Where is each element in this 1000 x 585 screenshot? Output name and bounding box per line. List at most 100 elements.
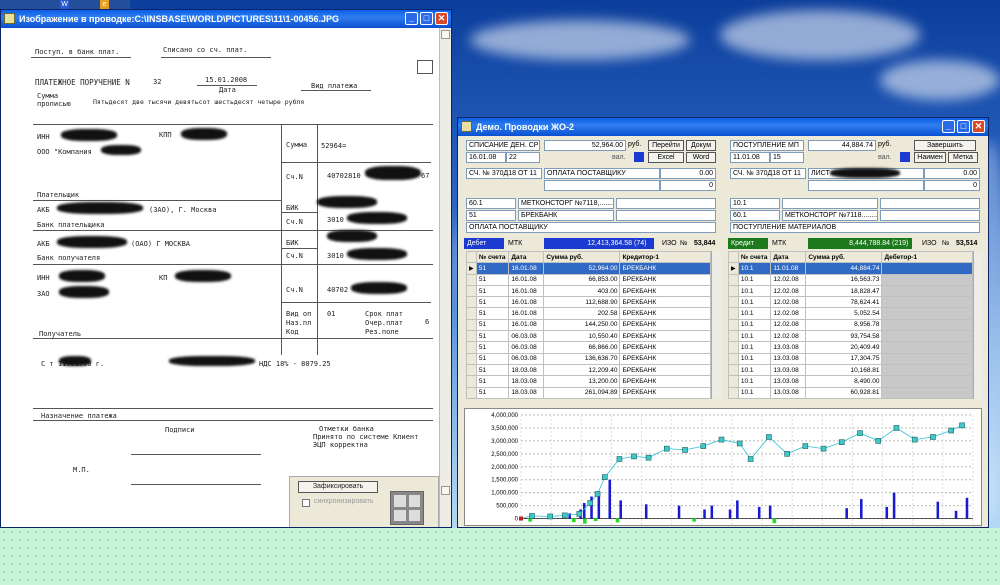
- scroll-up-button[interactable]: [441, 30, 450, 39]
- right-acc1[interactable]: 10.1: [730, 198, 780, 209]
- table-row[interactable]: 51 16.01.08 202.58 БРЕКБАНК: [466, 307, 711, 320]
- table-row[interactable]: 10.1 12.02.08 8,956.78: [728, 318, 973, 332]
- table-row[interactable]: 10.1 12.02.08 18,828.47: [728, 284, 973, 298]
- table-row[interactable]: 10.1 13.03.08 10,168.81: [728, 363, 973, 377]
- left-description[interactable]: ОПЛАТА ПОСТАВЩИКУ: [544, 168, 660, 179]
- redaction: [181, 128, 227, 140]
- image-window-titlebar[interactable]: Изображение в проводке:C:\INSBASE\WORLD\…: [1, 10, 451, 28]
- document-button[interactable]: Докум: [686, 140, 716, 151]
- right-org1-extra[interactable]: [880, 198, 980, 209]
- table-row[interactable]: 10.1 13.03.08 8,490.00: [728, 375, 973, 388]
- redaction: [59, 286, 109, 298]
- credit-table-scrollbar[interactable]: [973, 251, 983, 399]
- table-row[interactable]: 51 16.01.08 403.00 БРЕКБАНК: [466, 284, 711, 298]
- word-icon[interactable]: W: [60, 0, 69, 9]
- maximize-button[interactable]: □: [957, 120, 970, 133]
- bank1-prefix: АКБ: [37, 206, 50, 214]
- column-header[interactable]: Дебетор-1: [881, 250, 973, 264]
- table-row[interactable]: 10.1 13.03.08 20,409.49: [728, 341, 973, 354]
- left-org1[interactable]: МЕТКОНСТОРГ №7118,........: [518, 198, 614, 209]
- right-date[interactable]: 11.01.08: [730, 152, 770, 163]
- table-row[interactable]: 51 16.01.08 112,688.90 БРЕКБАНК: [466, 296, 711, 309]
- table-row[interactable]: 51 16.01.08 144,250.00 БРЕКБАНК: [466, 318, 711, 332]
- right-org2-extra[interactable]: [880, 210, 980, 221]
- line-marker: [718, 436, 725, 443]
- column-header[interactable]: Дата: [508, 250, 545, 264]
- left-z2[interactable]: 0: [660, 180, 716, 191]
- goto-button[interactable]: Перейти: [648, 140, 684, 151]
- right-org1[interactable]: [782, 198, 878, 209]
- right-doc-type[interactable]: ПОСТУПЛЕНИЕ МП: [730, 140, 804, 151]
- excel-button[interactable]: Excel: [648, 152, 684, 163]
- mark-button[interactable]: Метка: [948, 152, 978, 163]
- column-header[interactable]: Сумма руб.: [543, 250, 621, 264]
- close-button[interactable]: ✕: [435, 12, 448, 25]
- sync-checkbox[interactable]: [302, 499, 310, 507]
- table-cell: 51: [475, 363, 510, 377]
- line-marker: [857, 430, 863, 436]
- debit-table-scrollbar[interactable]: [711, 251, 721, 399]
- kpp-label: КПП: [159, 131, 172, 139]
- right-z2[interactable]: 0: [924, 180, 980, 191]
- fix-button[interactable]: Зафиксировать: [298, 481, 378, 493]
- left-acc2[interactable]: 51: [466, 210, 516, 221]
- left-amount[interactable]: 52,964.00: [544, 140, 626, 151]
- signatures-label: Подписи: [165, 426, 195, 434]
- right-reference[interactable]: СЧ. № 370Д18 ОТ 11: [730, 168, 806, 179]
- table-row[interactable]: ▶ 51 16.01.08 52,964.00 БРЕКБАНК: [466, 262, 711, 275]
- table-row[interactable]: 10.1 12.02.08 93,754.58: [728, 330, 973, 343]
- image-window-scrollbar[interactable]: [439, 28, 451, 527]
- table-row[interactable]: 10.1 12.02.08 5,052.54: [728, 307, 973, 320]
- table-row[interactable]: 51 18.03.08 13,200.00 БРЕКБАНК: [466, 375, 711, 388]
- left-date[interactable]: 16.01.08: [466, 152, 506, 163]
- table-row[interactable]: 51 06.03.08 10,550.40 БРЕКБАНК: [466, 330, 711, 343]
- column-header[interactable]: Кредитор-1: [619, 250, 711, 264]
- right-z1[interactable]: 0.00: [924, 168, 980, 179]
- left-acc1[interactable]: 60.1: [466, 198, 516, 209]
- minimize-button[interactable]: _: [942, 120, 955, 133]
- right-org2[interactable]: МЕТКОНСТОРГ №7118........: [782, 210, 878, 221]
- left-number[interactable]: 22: [506, 152, 540, 163]
- column-header[interactable]: № счета: [475, 250, 510, 264]
- close-button[interactable]: ✕: [972, 120, 985, 133]
- table-row[interactable]: 51 18.03.08 12,209.40 БРЕКБАНК: [466, 363, 711, 377]
- left-org2[interactable]: БРЕКБАНК: [518, 210, 614, 221]
- table-row[interactable]: 51 06.03.08 66,866.00 БРЕКБАНК: [466, 341, 711, 354]
- table-row[interactable]: 51 16.01.08 66,853.00 БРЕКБАНК: [466, 273, 711, 286]
- table-row[interactable]: 51 06.03.08 136,636.70 БРЕКБАНК: [466, 352, 711, 365]
- left-reference[interactable]: СЧ. № 370Д18 ОТ 11: [466, 168, 542, 179]
- right-number[interactable]: 15: [770, 152, 804, 163]
- minimize-button[interactable]: _: [405, 12, 418, 25]
- table-row[interactable]: 10.1 13.03.08 60,928.81: [728, 386, 973, 399]
- line-marker: [594, 491, 601, 497]
- left-org1-extra[interactable]: [616, 198, 716, 209]
- table-row[interactable]: 10.1 12.02.08 78,624.41: [728, 296, 973, 309]
- table-row[interactable]: 51 18.03.08 261,094.89 БРЕКБАНК: [466, 386, 711, 399]
- right-extra[interactable]: [808, 180, 924, 191]
- scroll-down-button[interactable]: [441, 486, 450, 495]
- column-header[interactable]: Сумма руб.: [805, 250, 883, 264]
- table-row[interactable]: 10.1 12.02.08 16,563.73: [728, 273, 973, 286]
- word-button[interactable]: Word: [686, 152, 716, 163]
- right-amount[interactable]: 44,884.74: [808, 140, 876, 151]
- table-cell: 10.1: [737, 284, 772, 298]
- grid-icon[interactable]: [390, 491, 424, 525]
- left-doc-type[interactable]: СПИСАНИЕ ДЕН. СР: [466, 140, 540, 151]
- right-purpose[interactable]: ПОСТУПЛЕНИЕ МАТЕРИАЛОВ: [730, 222, 980, 233]
- maximize-button[interactable]: □: [420, 12, 433, 25]
- line-marker: [645, 454, 652, 461]
- right-acc2[interactable]: 60.1: [730, 210, 780, 221]
- left-org2-extra[interactable]: [616, 210, 716, 221]
- column-header[interactable]: Дата: [770, 250, 807, 264]
- column-header[interactable]: № счета: [737, 250, 772, 264]
- name-button[interactable]: Наимен: [914, 152, 946, 163]
- journal-titlebar[interactable]: Демо. Проводки ЖО-2 _ □ ✕: [458, 118, 988, 136]
- left-extra[interactable]: [544, 180, 660, 191]
- left-z1[interactable]: 0.00: [660, 168, 716, 179]
- browser-icon[interactable]: e: [100, 0, 109, 9]
- table-cell: БРЕКБАНК: [619, 352, 711, 365]
- finish-button[interactable]: Завершить: [914, 140, 976, 151]
- table-row[interactable]: 10.1 13.03.08 17,304.75: [728, 352, 973, 365]
- table-row[interactable]: ▶ 10.1 11.01.08 44,884.74: [728, 262, 973, 275]
- left-purpose[interactable]: ОПЛАТА ПОСТАВЩИКУ: [466, 222, 716, 233]
